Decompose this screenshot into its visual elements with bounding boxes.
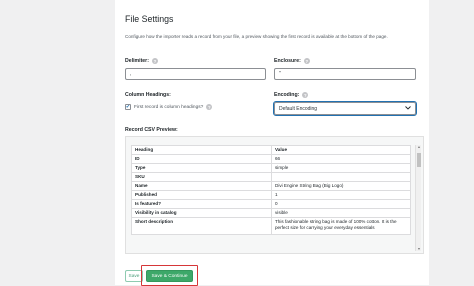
csv-preview-box[interactable]: Heading Value ID 66 Type simple SKU Name… xyxy=(125,136,424,254)
csv-preview-label-text: Record CSV Preview: xyxy=(125,127,178,133)
encoding-select[interactable]: Default Encoding xyxy=(273,101,417,116)
scroll-up-icon[interactable]: ▲ xyxy=(416,145,422,149)
row-value: visible xyxy=(271,208,411,218)
enclosure-field[interactable]: " xyxy=(274,68,416,80)
preview-scrollbar[interactable]: ▲ ▼ xyxy=(415,145,421,251)
table-row: Short description This fashionable strin… xyxy=(131,217,411,235)
row-value: 66 xyxy=(271,154,411,164)
row-heading: Visibility in catalog xyxy=(131,208,272,218)
enclosure-label: Enclosure: xyxy=(274,58,301,64)
row-value: This fashionable string bag is made of 1… xyxy=(271,217,411,235)
column-headings-label: Column Headings: xyxy=(125,92,171,98)
highlight-box xyxy=(141,265,198,286)
file-settings-panel: File Settings Configure how the importer… xyxy=(115,0,429,285)
row-value: simple xyxy=(271,163,411,173)
row-heading: Is featured? xyxy=(131,199,272,209)
column-headings-option: ✔ First record is column headings? ? xyxy=(125,104,213,110)
table-row: Visibility in catalog visible xyxy=(131,208,411,218)
row-heading: Type xyxy=(131,163,272,173)
delimiter-label: Delimiter: xyxy=(125,58,149,64)
table-row: ID 66 xyxy=(131,154,411,164)
delimiter-field[interactable]: , xyxy=(125,68,266,80)
column-headings-label-group: Column Headings: xyxy=(125,92,171,98)
row-heading: SKU xyxy=(131,172,272,182)
column-header-value: Value xyxy=(271,145,411,155)
row-value: 1 xyxy=(271,190,411,200)
delimiter-label-group: Delimiter: ? xyxy=(125,58,158,64)
table-row: Name Divi Engine String Bag (Big Logo) xyxy=(131,181,411,191)
help-icon[interactable]: ? xyxy=(303,58,310,64)
row-heading: Short description xyxy=(131,217,272,235)
row-heading: Published xyxy=(131,190,272,200)
table-row: Published 1 xyxy=(131,190,411,200)
encoding-select-value: Default Encoding xyxy=(279,105,318,112)
settings-description: Configure how the importer reads a recor… xyxy=(125,34,388,39)
encoding-label: Encoding: xyxy=(274,92,300,98)
csv-preview-table: Heading Value ID 66 Type simple SKU Name… xyxy=(131,145,411,235)
page-title: File Settings xyxy=(125,14,174,24)
enclosure-label-group: Enclosure: ? xyxy=(274,58,310,64)
help-icon[interactable]: ? xyxy=(151,58,158,64)
row-value xyxy=(271,172,411,182)
table-row: Type simple xyxy=(131,163,411,173)
row-value: 0 xyxy=(271,199,411,209)
row-value: Divi Engine String Bag (Big Logo) xyxy=(271,181,411,191)
table-header-row: Heading Value xyxy=(131,145,411,155)
column-headings-checkbox-label[interactable]: First record is column headings? xyxy=(134,105,203,110)
column-headings-checkbox[interactable]: ✔ xyxy=(125,104,131,110)
help-icon[interactable]: ? xyxy=(302,92,309,98)
row-heading: ID xyxy=(131,154,272,164)
scrollbar-thumb[interactable] xyxy=(417,153,421,167)
table-row: SKU xyxy=(131,172,411,182)
csv-preview-label: Record CSV Preview: xyxy=(125,127,178,133)
column-header-heading: Heading xyxy=(131,145,272,155)
chevron-down-icon xyxy=(405,105,411,112)
table-row: Is featured? 0 xyxy=(131,199,411,209)
encoding-label-group: Encoding: ? xyxy=(274,92,309,98)
help-icon[interactable]: ? xyxy=(206,104,213,110)
row-heading: Name xyxy=(131,181,272,191)
scroll-down-icon[interactable]: ▼ xyxy=(416,247,422,251)
